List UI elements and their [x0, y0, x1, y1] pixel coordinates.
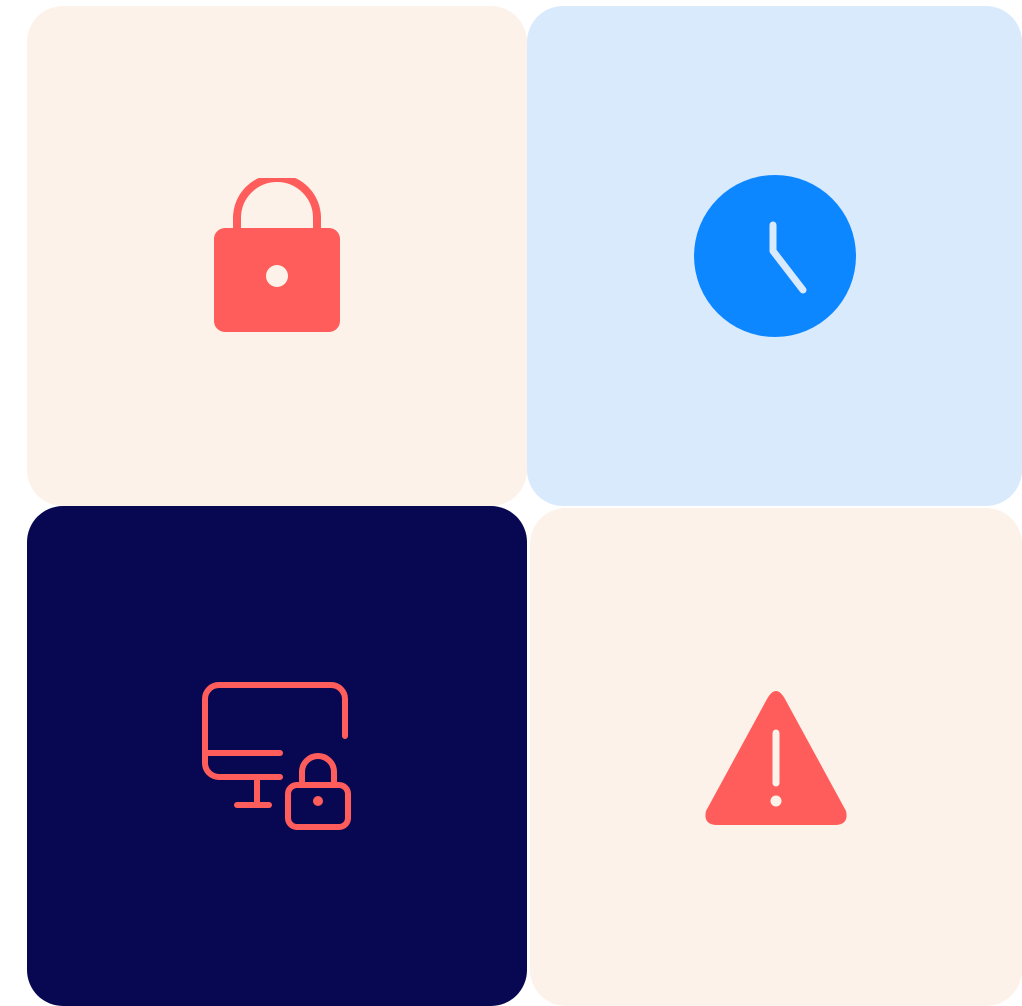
clock-icon: [693, 175, 856, 337]
icon-grid: [27, 6, 1022, 1006]
monitor-lock-icon: [202, 681, 352, 831]
lock-tile: [27, 6, 527, 506]
clock-tile: [527, 6, 1022, 506]
lock-icon: [214, 178, 340, 334]
warning-triangle-icon: [701, 683, 851, 831]
warning-tile: [530, 508, 1022, 1006]
monitor-lock-tile: [27, 506, 527, 1006]
